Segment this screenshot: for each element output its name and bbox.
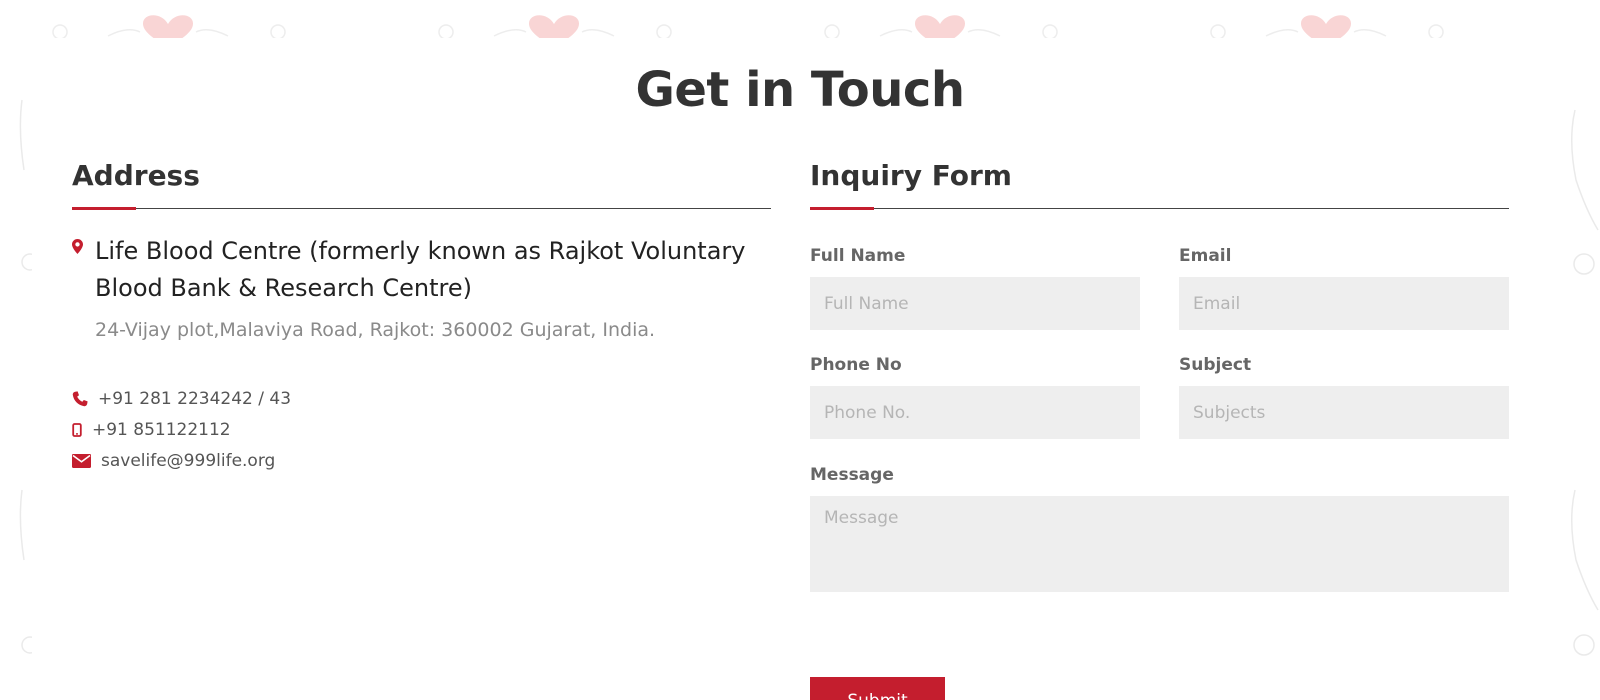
divider-accent (810, 207, 874, 210)
phone-icon (72, 390, 88, 407)
envelope-icon (72, 453, 91, 468)
email-label: Email (1179, 246, 1232, 266)
inquiry-form-heading: Inquiry Form (810, 159, 1012, 192)
mobile-link[interactable]: +91 851122112 (92, 420, 231, 440)
message-group: Message (810, 462, 1509, 592)
address-section: Address Life Blood Centre (formerly know… (72, 158, 771, 476)
contact-email: savelife@999life.org (72, 445, 771, 476)
phone-input[interactable] (810, 386, 1140, 439)
submit-button[interactable]: Submit (810, 677, 945, 700)
inquiry-form-section: Inquiry Form Full Name Email Phone No Su… (810, 158, 1509, 700)
form-heading-divider (810, 207, 1509, 210)
divider-accent (72, 207, 136, 210)
map-pin-icon (72, 233, 95, 307)
message-label: Message (810, 465, 894, 485)
organization-name: Life Blood Centre (formerly known as Raj… (95, 237, 746, 302)
full-name-group: Full Name (810, 243, 1140, 330)
full-name-label: Full Name (810, 246, 906, 266)
address-heading: Address (72, 159, 200, 192)
phone-label: Phone No (810, 355, 902, 375)
full-name-input[interactable] (810, 277, 1140, 330)
page-title: Get in Touch (635, 62, 965, 118)
subject-input[interactable] (1179, 386, 1509, 439)
contact-list: +91 281 2234242 / 43 +91 851122112 savel… (72, 383, 771, 476)
organization-block: Life Blood Centre (formerly known as Raj… (72, 233, 771, 307)
phone-group: Phone No (810, 352, 1140, 439)
address-heading-divider (72, 207, 771, 210)
email-group: Email (1179, 243, 1509, 330)
contact-mobile: +91 851122112 (72, 414, 771, 445)
subject-label: Subject (1179, 355, 1252, 375)
hand-pattern-right (1570, 109, 1599, 656)
contact-phone: +91 281 2234242 / 43 (72, 383, 771, 414)
mobile-icon (72, 422, 82, 437)
contact-card: Get in Touch Address Life Blood Centre (… (32, 38, 1568, 700)
email-input[interactable] (1179, 277, 1509, 330)
phone-link[interactable]: +91 281 2234242 / 43 (98, 389, 291, 409)
email-link[interactable]: savelife@999life.org (101, 451, 275, 471)
street-address: 24-Vijay plot,Malaviya Road, Rajkot: 360… (95, 319, 656, 341)
subject-group: Subject (1179, 352, 1509, 439)
message-textarea[interactable] (810, 496, 1509, 592)
